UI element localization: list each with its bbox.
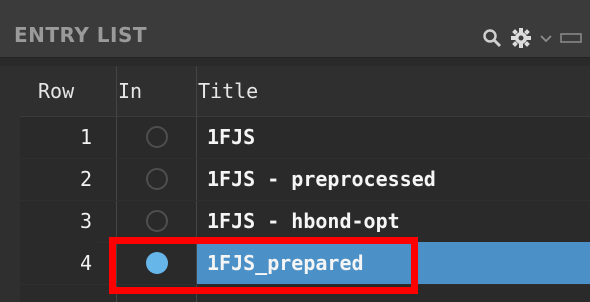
entry-list-panel: ENTRY LIST Row In Title 1 1FJS 2 1FJS - … bbox=[0, 0, 590, 302]
row-number: 2 bbox=[79, 167, 92, 191]
search-icon[interactable] bbox=[482, 28, 502, 48]
in-radio[interactable] bbox=[145, 168, 168, 190]
panel-title: ENTRY LIST bbox=[14, 23, 148, 47]
minimize-icon[interactable] bbox=[560, 32, 582, 44]
in-radio[interactable] bbox=[145, 210, 168, 232]
gear-icon[interactable] bbox=[510, 27, 532, 49]
annotation-highlight-box bbox=[109, 237, 418, 294]
entry-title[interactable]: 1FJS bbox=[197, 116, 590, 158]
in-toggle[interactable] bbox=[117, 116, 196, 158]
panel-tools bbox=[482, 26, 582, 50]
table-header bbox=[20, 66, 590, 117]
table-row[interactable]: 1 1FJS bbox=[20, 116, 590, 159]
column-header-row[interactable]: Row bbox=[38, 66, 74, 116]
left-gutter bbox=[0, 66, 20, 302]
in-toggle[interactable] bbox=[117, 158, 196, 200]
column-header-in[interactable]: In bbox=[118, 66, 142, 116]
entry-title[interactable]: 1FJS - preprocessed bbox=[197, 158, 590, 200]
row-number: 1 bbox=[79, 125, 92, 149]
table-row[interactable]: 2 1FJS - preprocessed bbox=[20, 158, 590, 201]
chevron-down-icon[interactable] bbox=[540, 33, 552, 43]
entry-title[interactable]: 1FJS - hbond-opt bbox=[197, 200, 590, 242]
in-radio[interactable] bbox=[145, 126, 168, 148]
in-toggle[interactable] bbox=[117, 200, 196, 242]
panel-header: ENTRY LIST bbox=[0, 0, 590, 58]
row-number: 3 bbox=[79, 209, 92, 233]
row-number: 4 bbox=[20, 242, 98, 284]
column-header-title[interactable]: Title bbox=[198, 66, 258, 116]
